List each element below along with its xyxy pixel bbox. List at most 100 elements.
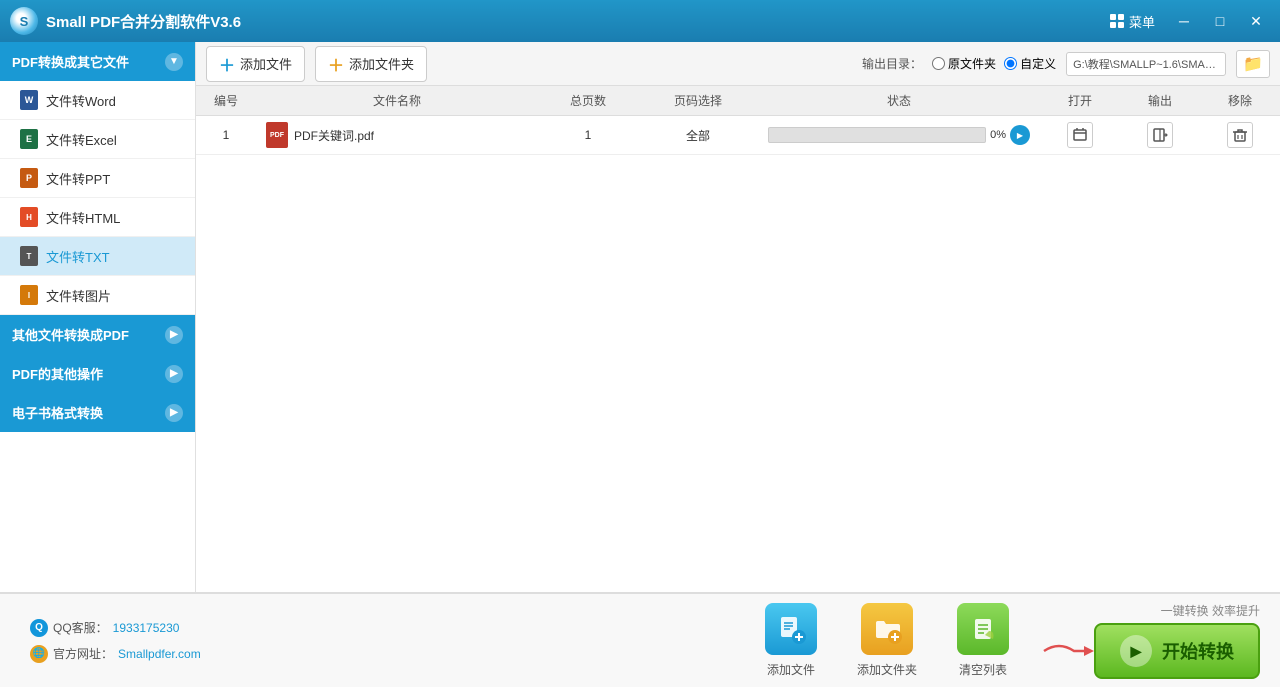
- sidebar: PDF转换成其它文件 ▼ W 文件转Word E 文件转Excel P 文件转P…: [0, 42, 196, 592]
- bottom-clear-tool[interactable]: 清空列表: [957, 603, 1009, 678]
- excel-icon: E: [20, 129, 38, 149]
- qq-number[interactable]: 1933175230: [113, 621, 180, 635]
- open-icon: [1072, 127, 1088, 143]
- convert-hint: 一键转换 效率提升: [1161, 602, 1260, 619]
- open-file-button[interactable]: [1067, 122, 1093, 148]
- web-icon: 🌐: [30, 645, 48, 663]
- bottom-bar: Q QQ客服： 1933175230 🌐 官方网址： Smallpdfer.co…: [0, 592, 1280, 687]
- bottom-add-folder-tool[interactable]: 添加文件夹: [857, 603, 917, 678]
- sidebar-item-html[interactable]: H 文件转HTML: [0, 198, 195, 237]
- col-output: 输出: [1120, 92, 1200, 109]
- bottom-info: Q QQ客服： 1933175230 🌐 官方网址： Smallpdfer.co…: [20, 619, 201, 663]
- minimize-button[interactable]: ─: [1170, 7, 1198, 35]
- clear-svg-icon: [967, 613, 999, 645]
- content-area: ＋ 添加文件 ＋ 添加文件夹 输出目录： 原文件夹 自定义 G:\教程\SMAL…: [196, 42, 1280, 592]
- cell-page-select: 全部: [638, 127, 758, 144]
- sidebar-item-label: 文件转Word: [46, 91, 116, 110]
- add-folder-big-label: 添加文件夹: [857, 661, 917, 678]
- sidebar-section-to-pdf[interactable]: 其他文件转换成PDF ▶: [0, 315, 195, 354]
- website-link[interactable]: Smallpdfer.com: [118, 647, 201, 661]
- cell-output[interactable]: [1120, 122, 1200, 148]
- clear-big-label: 清空列表: [959, 661, 1007, 678]
- maximize-button[interactable]: □: [1206, 7, 1234, 35]
- progress-container: 0% ▶: [768, 125, 1030, 145]
- pdf-file-icon: PDF: [266, 122, 288, 148]
- radio-original-label[interactable]: 原文件夹: [932, 55, 996, 72]
- radio-custom-text: 自定义: [1020, 55, 1056, 72]
- sidebar-item-txt[interactable]: T 文件转TXT: [0, 237, 195, 276]
- txt-icon: T: [20, 246, 38, 266]
- output-file-button[interactable]: [1147, 122, 1173, 148]
- cell-pages: 1: [538, 128, 638, 142]
- add-file-big-label: 添加文件: [767, 661, 815, 678]
- bottom-tools: 添加文件 添加文件夹: [765, 603, 1009, 678]
- progress-bar-bg: [768, 127, 986, 143]
- file-table: 编号 文件名称 总页数 页码选择 状态 打开 输出 移除 1 PDF PDF关键…: [196, 86, 1280, 592]
- clear-big-icon: [957, 603, 1009, 655]
- sidebar-item-word[interactable]: W 文件转Word: [0, 81, 195, 120]
- progress-text: 0%: [990, 129, 1006, 141]
- sidebar-item-img[interactable]: I 文件转图片: [0, 276, 195, 315]
- ppt-icon: P: [20, 168, 38, 188]
- col-open: 打开: [1040, 92, 1120, 109]
- convert-area: 一键转换 效率提升 ▶ 开始转换: [1039, 602, 1260, 679]
- sidebar-section-label: PDF的其他操作: [12, 364, 165, 383]
- sidebar-item-label: 文件转HTML: [46, 208, 120, 227]
- add-file-label: 添加文件: [240, 54, 292, 73]
- titlebar: S Small PDF合并分割软件V3.6 菜单 ─ □ ✕: [0, 0, 1280, 42]
- browse-folder-button[interactable]: 📁: [1236, 50, 1270, 78]
- add-folder-svg-icon: [871, 613, 903, 645]
- chevron-right-icon: ▶: [165, 326, 183, 344]
- sidebar-item-label: 文件转Excel: [46, 130, 117, 149]
- sidebar-item-label: 文件转PPT: [46, 169, 110, 188]
- sidebar-section-label: PDF转换成其它文件: [12, 52, 165, 71]
- chevron-right-icon: ▶: [165, 404, 183, 422]
- cell-status: 0% ▶: [758, 125, 1040, 145]
- bottom-add-file-tool[interactable]: 添加文件: [765, 603, 817, 678]
- plus-yellow-icon: ＋: [328, 52, 344, 76]
- sidebar-item-ppt[interactable]: P 文件转PPT: [0, 159, 195, 198]
- add-file-big-icon: [765, 603, 817, 655]
- radio-original[interactable]: [932, 57, 945, 70]
- delete-icon: [1232, 127, 1248, 143]
- sidebar-section-label: 其他文件转换成PDF: [12, 325, 165, 344]
- output-label: 输出目录：: [862, 55, 922, 72]
- play-icon: ▶: [1120, 635, 1152, 667]
- radio-custom-label[interactable]: 自定义: [1004, 55, 1056, 72]
- progress-play-button[interactable]: ▶: [1010, 125, 1030, 145]
- col-remove: 移除: [1200, 92, 1280, 109]
- arrow-icon: [1039, 636, 1099, 666]
- html-icon: H: [20, 207, 38, 227]
- word-icon: W: [20, 90, 38, 110]
- sidebar-section-pdf-ops[interactable]: PDF的其他操作 ▶: [0, 354, 195, 393]
- add-folder-big-icon: [861, 603, 913, 655]
- start-convert-button[interactable]: ▶ 开始转换: [1094, 623, 1260, 679]
- col-pages: 总页数: [538, 92, 638, 109]
- sidebar-item-excel[interactable]: E 文件转Excel: [0, 120, 195, 159]
- add-folder-button[interactable]: ＋ 添加文件夹: [315, 46, 427, 82]
- cell-remove[interactable]: [1200, 122, 1280, 148]
- menu-button[interactable]: 菜单: [1100, 8, 1165, 35]
- sidebar-section-ebook[interactable]: 电子书格式转换 ▶: [0, 393, 195, 432]
- app-title: Small PDF合并分割软件V3.6: [46, 11, 1100, 32]
- radio-custom[interactable]: [1004, 57, 1017, 70]
- close-button[interactable]: ✕: [1242, 7, 1270, 35]
- window-controls: ─ □ ✕: [1170, 7, 1270, 35]
- add-file-button[interactable]: ＋ 添加文件: [206, 46, 305, 82]
- output-path: G:\教程\SMALLP~1.6\SMALLP~4.6-P: [1066, 52, 1226, 76]
- main-layout: PDF转换成其它文件 ▼ W 文件转Word E 文件转Excel P 文件转P…: [0, 42, 1280, 592]
- col-status: 状态: [758, 92, 1040, 109]
- qq-label: QQ客服：: [53, 619, 108, 636]
- output-icon: [1152, 127, 1168, 143]
- sidebar-item-label: 文件转图片: [46, 286, 111, 305]
- filename-text: PDF关键词.pdf: [294, 127, 374, 144]
- cell-num: 1: [196, 128, 256, 142]
- sidebar-section-pdf-convert[interactable]: PDF转换成其它文件 ▼: [0, 42, 195, 81]
- cell-open[interactable]: [1040, 122, 1120, 148]
- app-logo: S: [10, 7, 38, 35]
- toolbar: ＋ 添加文件 ＋ 添加文件夹 输出目录： 原文件夹 自定义 G:\教程\SMAL…: [196, 42, 1280, 86]
- convert-label: 开始转换: [1162, 638, 1234, 664]
- grid-icon: [1110, 14, 1124, 28]
- remove-file-button[interactable]: [1227, 122, 1253, 148]
- cell-filename: PDF PDF关键词.pdf: [256, 122, 538, 148]
